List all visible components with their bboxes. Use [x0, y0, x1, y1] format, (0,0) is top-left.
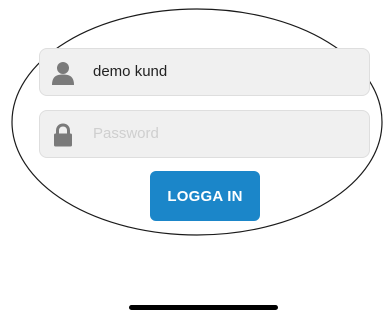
- login-button[interactable]: LOGGA IN: [150, 171, 260, 221]
- username-field[interactable]: demo kund: [39, 48, 370, 96]
- user-icon: [52, 61, 74, 85]
- username-value: demo kund: [93, 63, 168, 80]
- home-indicator: [129, 305, 278, 310]
- password-field[interactable]: [39, 110, 370, 158]
- login-screen: demo kund LOGGA IN: [0, 0, 385, 311]
- password-input[interactable]: [93, 111, 353, 157]
- lock-icon: [52, 123, 74, 147]
